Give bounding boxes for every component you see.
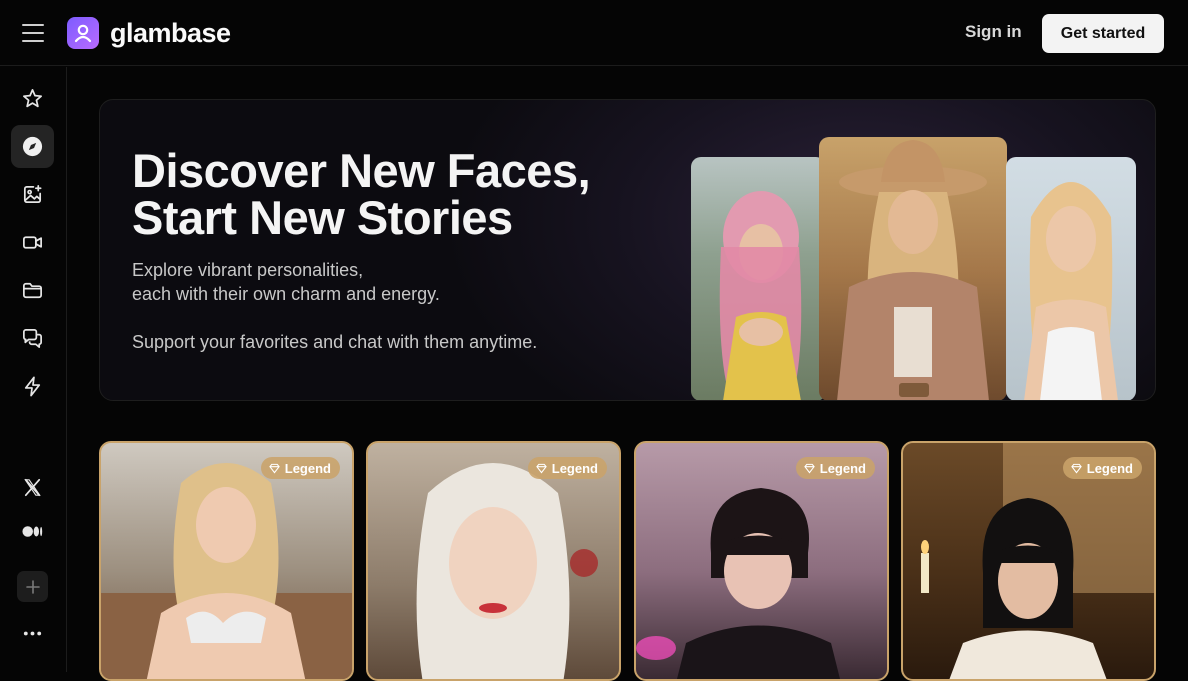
hero-photo-blonde bbox=[1006, 157, 1136, 400]
hero-support-text: Support your favorites and chat with the… bbox=[132, 332, 538, 352]
logo-icon bbox=[67, 17, 99, 49]
hero-title: Discover New Faces, Start New Stories bbox=[132, 147, 652, 241]
legend-badge-label: Legend bbox=[819, 460, 866, 476]
medium-link[interactable] bbox=[11, 510, 54, 553]
more-dots-icon bbox=[23, 631, 42, 636]
video-icon bbox=[23, 236, 42, 249]
hero-photo-cowboy-hat bbox=[819, 137, 1007, 400]
sidebar bbox=[0, 67, 67, 672]
medium-icon bbox=[22, 526, 43, 537]
sidebar-item-boost[interactable] bbox=[11, 365, 54, 408]
character-card[interactable]: Legend bbox=[634, 441, 889, 681]
more-button[interactable] bbox=[11, 612, 54, 655]
brand-logo[interactable]: glambase bbox=[67, 17, 231, 49]
get-started-button[interactable]: Get started bbox=[1042, 14, 1164, 53]
legend-badge: Legend bbox=[527, 457, 607, 479]
legend-badge-label: Legend bbox=[551, 460, 598, 476]
diamond-icon bbox=[268, 463, 280, 474]
hero-banner: Discover New Faces, Start New Stories Ex… bbox=[99, 99, 1156, 401]
legend-badge-label: Legend bbox=[284, 460, 331, 476]
character-card[interactable]: Legend bbox=[366, 441, 621, 681]
x-twitter-link[interactable] bbox=[11, 466, 54, 509]
hero-subtitle-line-2: each with their own charm and energy. bbox=[132, 284, 440, 304]
compass-icon bbox=[22, 136, 43, 157]
add-button[interactable] bbox=[17, 571, 48, 602]
sidebar-item-chats[interactable] bbox=[11, 317, 54, 360]
legend-badge: Legend bbox=[1062, 457, 1142, 479]
legend-badge: Legend bbox=[795, 457, 875, 479]
character-card[interactable]: Legend bbox=[901, 441, 1156, 681]
hero-photo-pink-hair bbox=[691, 157, 826, 400]
diamond-icon bbox=[803, 463, 815, 474]
sidebar-item-explore[interactable] bbox=[11, 125, 54, 168]
hero-title-line-2: Start New Stories bbox=[132, 191, 513, 244]
folder-icon bbox=[23, 282, 42, 299]
hero-title-line-1: Discover New Faces, bbox=[132, 144, 591, 197]
legend-badge-label: Legend bbox=[1086, 460, 1133, 476]
hero-subtitle: Explore vibrant personalities, each with… bbox=[132, 258, 602, 306]
legend-badge: Legend bbox=[260, 457, 340, 479]
sidebar-item-collections[interactable] bbox=[11, 269, 54, 312]
sidebar-item-videos[interactable] bbox=[11, 221, 54, 264]
top-bar: glambase Sign in Get started bbox=[0, 0, 1188, 66]
menu-icon[interactable] bbox=[22, 24, 44, 42]
diamond-icon bbox=[1070, 463, 1082, 474]
brand-name: glambase bbox=[110, 17, 231, 48]
image-add-icon bbox=[23, 185, 42, 204]
star-icon bbox=[23, 89, 42, 108]
diamond-icon bbox=[535, 463, 547, 474]
chat-icon bbox=[23, 329, 42, 348]
hero-subtitle-line-1: Explore vibrant personalities, bbox=[132, 260, 364, 280]
sidebar-item-create-image[interactable] bbox=[11, 173, 54, 216]
x-twitter-icon bbox=[24, 478, 41, 497]
plus-icon bbox=[25, 579, 40, 594]
sign-in-button[interactable]: Sign in bbox=[954, 22, 1034, 46]
sidebar-item-favorites[interactable] bbox=[11, 77, 54, 120]
character-card[interactable]: Legend bbox=[99, 441, 354, 681]
lightning-icon bbox=[24, 376, 41, 397]
